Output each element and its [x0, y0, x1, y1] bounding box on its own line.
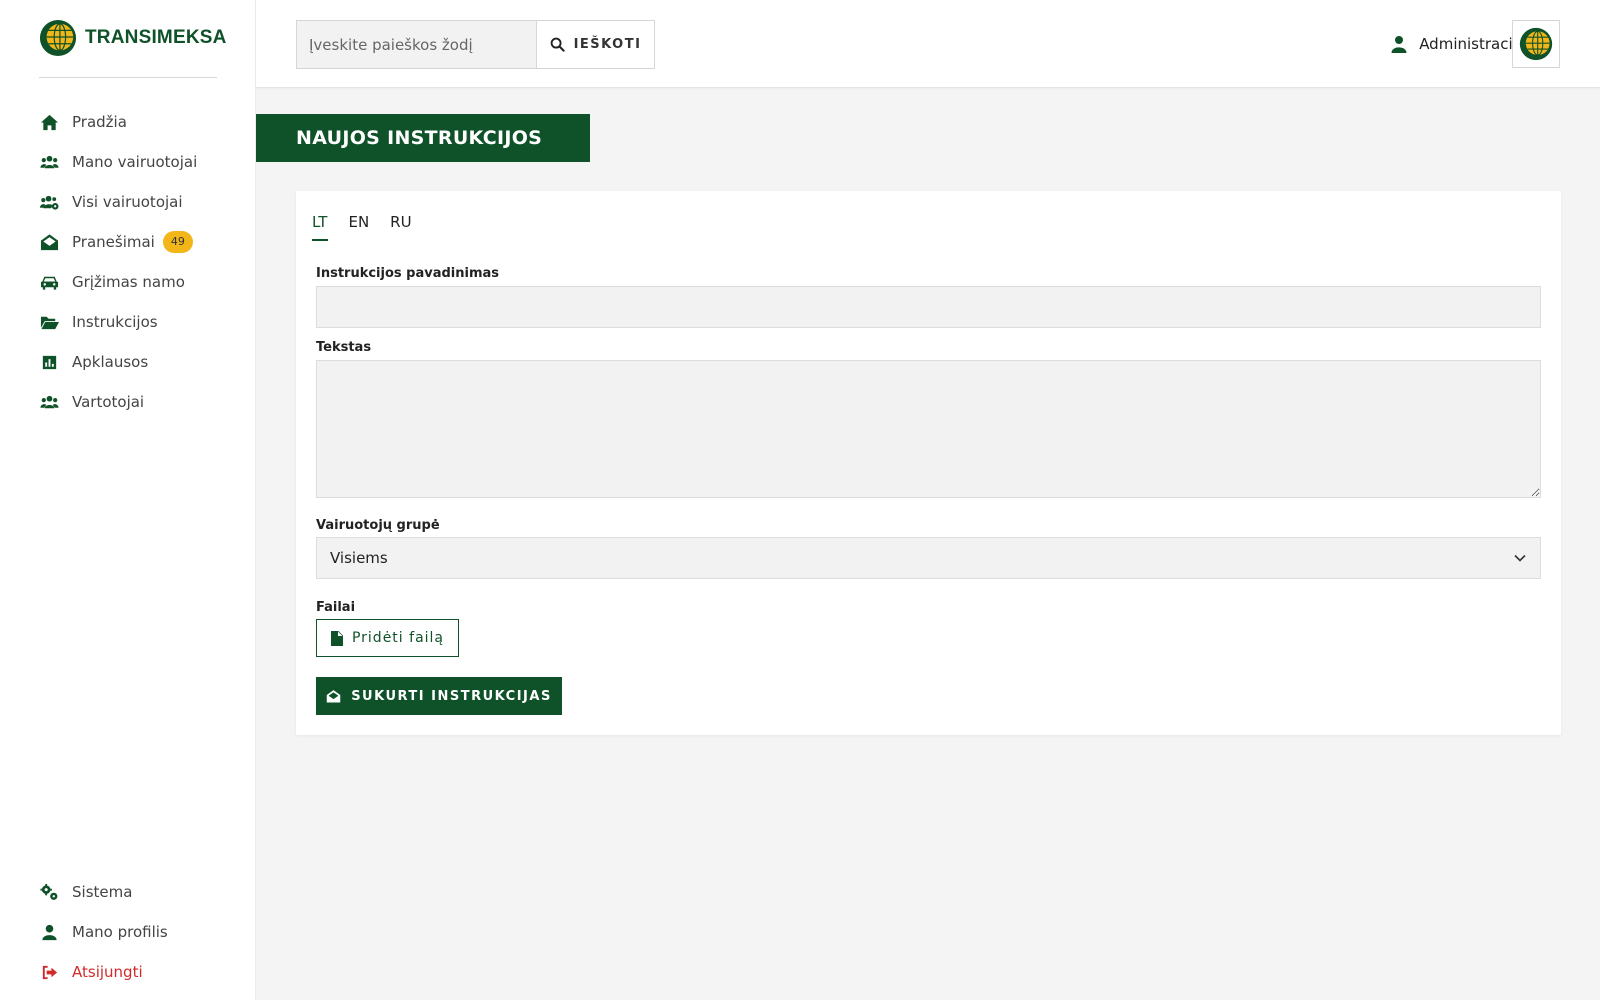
text-label: Tekstas — [316, 340, 372, 355]
sidebar-item-grizimas-namo[interactable]: Grįžimas namo — [39, 262, 239, 302]
sidebar-item-label: Pranešimai — [72, 233, 155, 251]
add-file-button[interactable]: Pridėti failą — [316, 619, 459, 657]
tab-ru[interactable]: RU — [390, 213, 411, 241]
sidebar-item-sistema[interactable]: Sistema — [39, 872, 239, 912]
search-icon — [550, 37, 565, 52]
envelope-open-icon — [326, 689, 341, 702]
sidebar-item-label: Vartotojai — [72, 393, 145, 411]
brand-name: TRANSIMEKSA — [85, 27, 227, 48]
sidebar-item-label: Mano profilis — [72, 923, 168, 941]
tab-en[interactable]: EN — [348, 213, 369, 241]
sidebar-nav: Pradžia Mano vairuotojai Visi vairuotoja… — [39, 102, 239, 422]
brand-logo[interactable]: TRANSIMEKSA — [39, 19, 227, 57]
search-input[interactable] — [296, 20, 536, 69]
files-label: Failai — [316, 600, 356, 615]
cogs-icon — [39, 882, 59, 902]
avatar[interactable] — [1512, 20, 1560, 68]
sidebar-item-apklausos[interactable]: Apklausos — [39, 342, 239, 382]
instruction-form-card: LT EN RU Instrukcijos pavadinimas Teksta… — [296, 191, 1561, 735]
create-instructions-button[interactable]: SUKURTI INSTRUKCIJAS — [316, 677, 562, 715]
driver-group-selected-value: Visiems — [330, 549, 388, 567]
sidebar-item-label: Visi vairuotojai — [72, 193, 183, 211]
user-name: Administracija — [1419, 35, 1526, 53]
folder-open-icon — [39, 312, 59, 332]
text-textarea[interactable] — [316, 360, 1541, 498]
sidebar-bottom-nav: Sistema Mano profilis Atsijungti — [39, 872, 239, 992]
language-tabs: LT EN RU — [312, 213, 433, 241]
file-icon — [330, 630, 343, 646]
notification-count-badge: 49 — [162, 231, 193, 253]
sidebar-item-vartotojai[interactable]: Vartotojai — [39, 382, 239, 422]
envelope-open-icon — [39, 232, 59, 252]
create-instructions-button-label: SUKURTI INSTRUKCIJAS — [351, 688, 552, 704]
sidebar-item-label: Grįžimas namo — [72, 273, 185, 291]
users-icon — [39, 152, 59, 172]
chevron-down-icon — [1514, 554, 1526, 562]
sidebar: TRANSIMEKSA Pradžia Mano vairuotojai Vis… — [0, 0, 256, 1000]
sidebar-item-label: Mano vairuotojai — [72, 153, 198, 171]
instruction-title-label: Instrukcijos pavadinimas — [316, 266, 500, 281]
poll-icon — [39, 352, 59, 372]
instruction-title-input[interactable] — [316, 286, 1541, 328]
user-icon — [39, 922, 59, 942]
globe-logo-icon — [1519, 27, 1553, 61]
sidebar-item-visi-vairuotojai[interactable]: Visi vairuotojai — [39, 182, 239, 222]
sidebar-item-label: Apklausos — [72, 353, 149, 371]
sign-out-icon — [39, 962, 59, 982]
page-title-banner: NAUJOS INSTRUKCIJOS — [256, 114, 590, 162]
sidebar-item-label: Pradžia — [72, 113, 127, 131]
sidebar-item-atsijungti[interactable]: Atsijungti — [39, 952, 239, 992]
sidebar-item-label: Instrukcijos — [72, 313, 158, 331]
top-header: IEŠKOTI Administracija — [256, 0, 1600, 88]
globe-logo-icon — [39, 19, 77, 57]
driver-group-select[interactable]: Visiems — [316, 537, 1541, 579]
sidebar-item-pranesimai[interactable]: Pranešimai 49 — [39, 222, 239, 262]
divider — [39, 77, 217, 78]
sidebar-item-pradzia[interactable]: Pradžia — [39, 102, 239, 142]
driver-group-label: Vairuotojų grupė — [316, 518, 440, 533]
users-cog-icon — [39, 192, 59, 212]
users-icon — [39, 392, 59, 412]
sidebar-item-instrukcijos[interactable]: Instrukcijos — [39, 302, 239, 342]
sidebar-item-mano-vairuotojai[interactable]: Mano vairuotojai — [39, 142, 239, 182]
car-icon — [39, 272, 59, 292]
search-button-label: IEŠKOTI — [573, 37, 642, 52]
add-file-button-label: Pridėti failą — [351, 630, 445, 646]
page-title: NAUJOS INSTRUKCIJOS — [296, 127, 543, 149]
sidebar-item-label: Sistema — [72, 883, 133, 901]
sidebar-item-mano-profilis[interactable]: Mano profilis — [39, 912, 239, 952]
home-icon — [39, 112, 59, 132]
sidebar-item-label: Atsijungti — [72, 963, 143, 981]
user-menu[interactable]: Administracija — [1391, 20, 1526, 68]
tab-lt[interactable]: LT — [312, 213, 329, 241]
user-icon — [1391, 36, 1407, 53]
search-button[interactable]: IEŠKOTI — [536, 20, 655, 69]
